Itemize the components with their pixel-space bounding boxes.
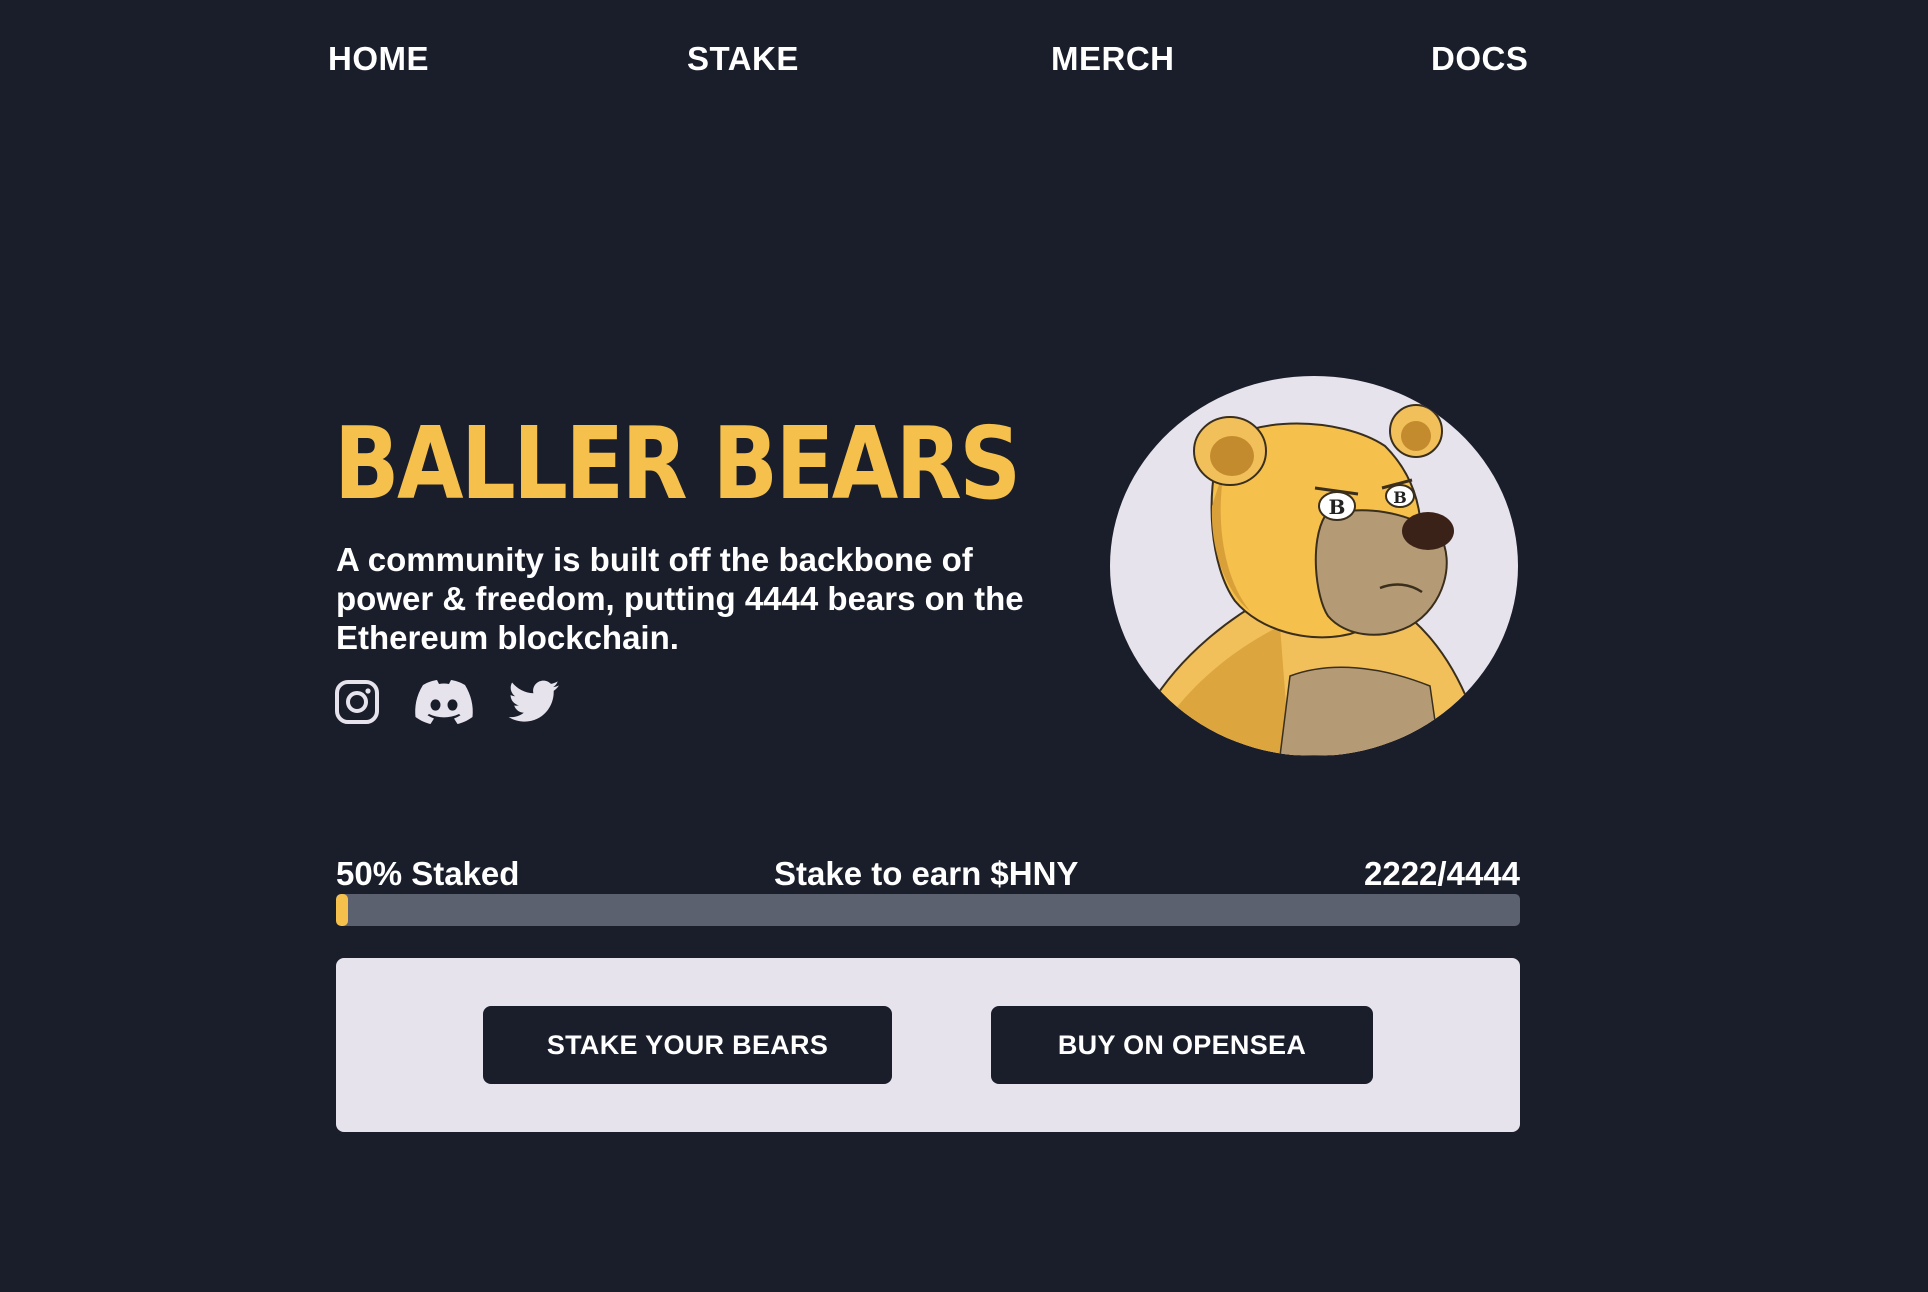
svg-text:B: B	[1393, 488, 1407, 507]
staked-count-label: 2222/4444	[1364, 855, 1520, 892]
top-nav: HOME STAKE MERCH DOCS	[0, 34, 1928, 84]
stake-your-bears-button[interactable]: STAKE YOUR BEARS	[483, 1006, 892, 1084]
cta-panel: STAKE YOUR BEARS BUY ON OPENSEA	[336, 958, 1520, 1132]
staking-progress-bar	[336, 894, 1520, 926]
nav-home-link[interactable]: HOME	[328, 34, 429, 84]
instagram-link[interactable]	[334, 679, 380, 725]
discord-icon	[414, 679, 474, 725]
nav-stake-link[interactable]: STAKE	[687, 34, 799, 84]
svg-text:B: B	[1329, 495, 1346, 519]
social-links	[334, 676, 594, 728]
nav-merch-link[interactable]: MERCH	[1051, 34, 1175, 84]
hero-description: A community is built off the backbone of…	[336, 541, 1024, 656]
discord-link[interactable]	[414, 679, 474, 725]
staking-progress-fill	[336, 894, 348, 926]
nav-docs-link[interactable]: DOCS	[1431, 34, 1528, 84]
staked-percent-label: 50% Staked	[336, 855, 520, 892]
twitter-icon	[508, 680, 560, 724]
instagram-icon	[334, 679, 380, 725]
staking-progress-labels: 50% Staked Stake to earn $HNY 2222/4444	[336, 852, 1520, 896]
bear-avatar-image: B B	[1110, 376, 1518, 756]
hero-title: BALLER BEARS	[334, 405, 1021, 522]
buy-on-opensea-button[interactable]: BUY ON OPENSEA	[991, 1006, 1373, 1084]
stake-earn-label: Stake to earn $HNY	[774, 855, 1079, 892]
twitter-link[interactable]	[508, 680, 560, 724]
